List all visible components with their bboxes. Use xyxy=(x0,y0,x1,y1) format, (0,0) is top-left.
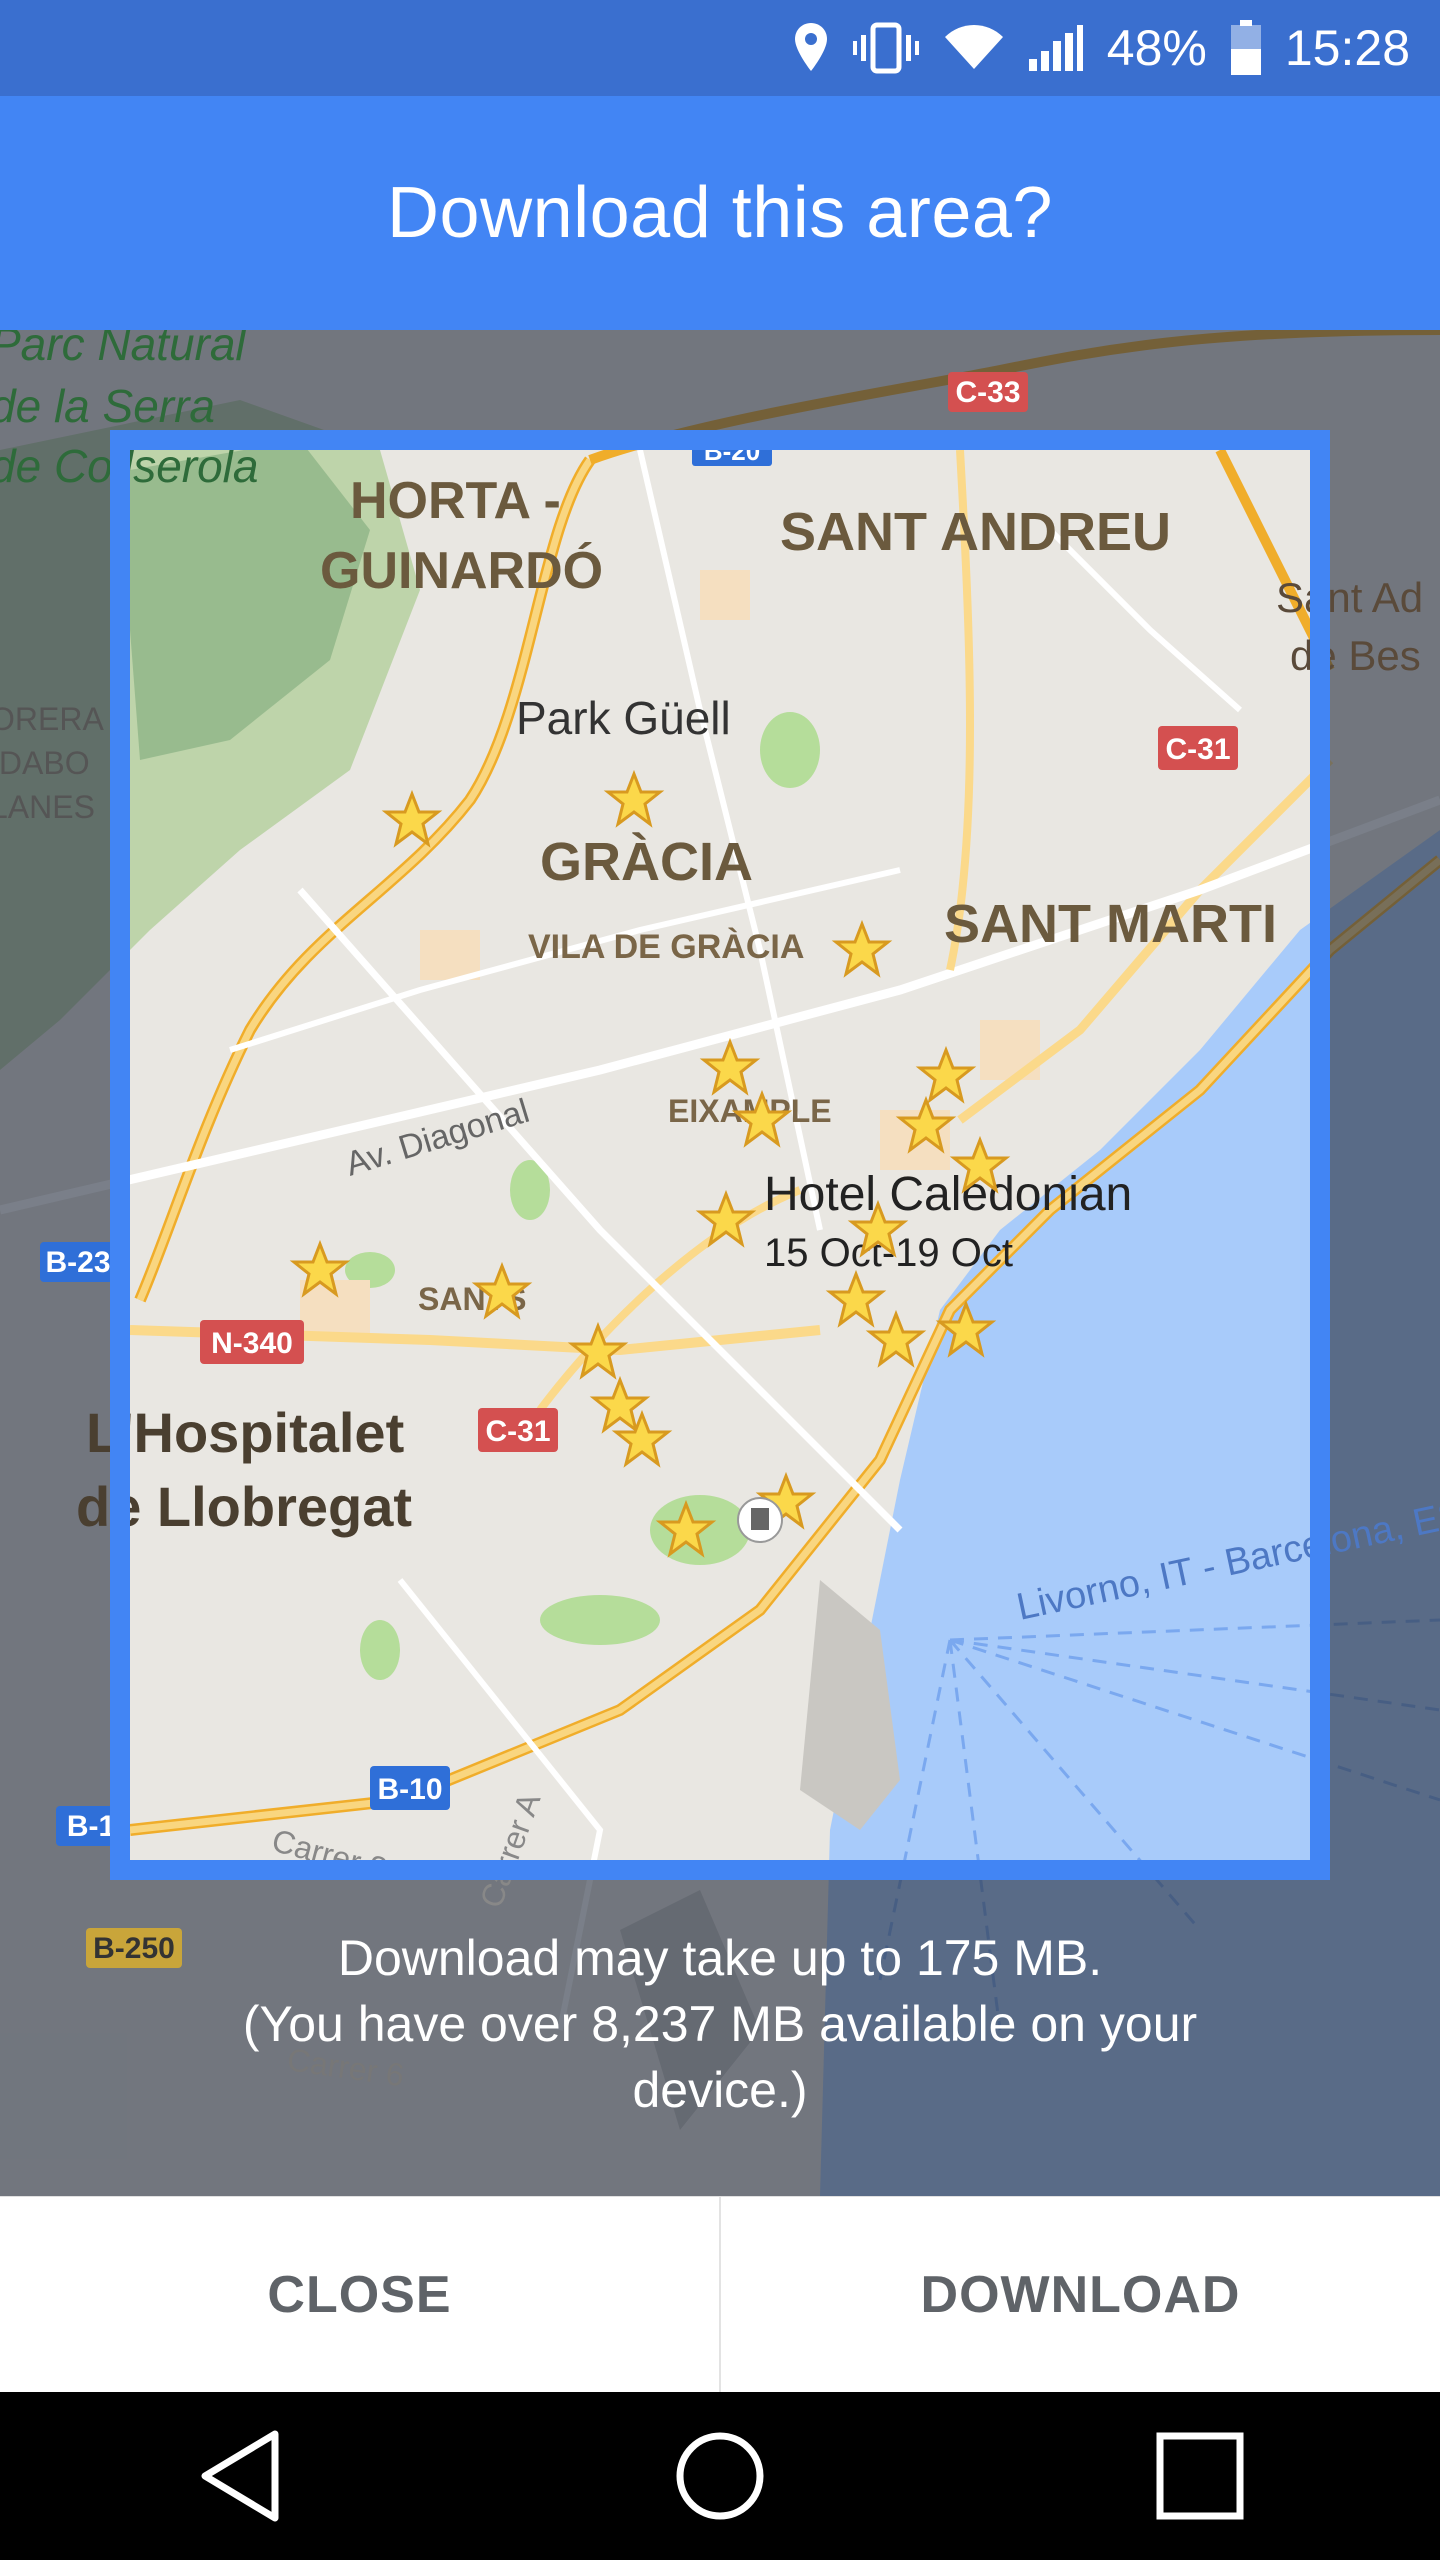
shield-b23: B-23 xyxy=(45,1246,110,1279)
download-size-text: Download may take up to 175 MB. xyxy=(337,1930,1103,1986)
download-button[interactable]: DOWNLOAD xyxy=(721,2197,1440,2393)
dialog-title: Download this area? xyxy=(387,173,1053,253)
location-icon xyxy=(793,21,829,75)
vibrate-icon xyxy=(851,21,921,75)
back-icon xyxy=(201,2430,279,2522)
home-button[interactable] xyxy=(640,2416,800,2536)
label-parc-2: de la Serra xyxy=(0,380,215,432)
wifi-icon xyxy=(943,23,1005,73)
navigation-bar xyxy=(0,2392,1440,2560)
label-horera: ORERA xyxy=(0,701,104,737)
recents-button[interactable] xyxy=(1120,2416,1280,2536)
signal-icon xyxy=(1027,23,1085,73)
battery-percent: 48% xyxy=(1106,20,1207,76)
home-icon xyxy=(676,2432,764,2520)
label-lanes: LANES xyxy=(0,789,95,825)
map-view[interactable]: Parc Natural de la Serra de Collserola O… xyxy=(0,330,1440,2196)
available-space-text: (You have over 8,237 MB available on you… xyxy=(242,1996,1198,2052)
clock: 15:28 xyxy=(1284,20,1410,76)
dialog-actions: CLOSE DOWNLOAD xyxy=(0,2196,1440,2393)
label-idabo: IDABO xyxy=(0,745,90,781)
available-space-text-2: device.) xyxy=(632,2062,808,2118)
download-info: Download may take up to 175 MB. (You hav… xyxy=(0,1925,1440,2123)
close-button[interactable]: CLOSE xyxy=(0,2197,721,2393)
back-button[interactable] xyxy=(160,2416,320,2536)
dialog-title-bar: Download this area? xyxy=(0,96,1440,330)
shield-c33: C-33 xyxy=(955,376,1020,409)
battery-icon xyxy=(1229,19,1263,77)
label-parc-1: Parc Natural xyxy=(0,330,247,370)
shield-b1: B-1 xyxy=(67,1810,115,1843)
recents-icon xyxy=(1156,2432,1244,2520)
download-area-frame[interactable] xyxy=(110,430,1330,1880)
status-bar: 48% 15:28 xyxy=(0,0,1440,96)
